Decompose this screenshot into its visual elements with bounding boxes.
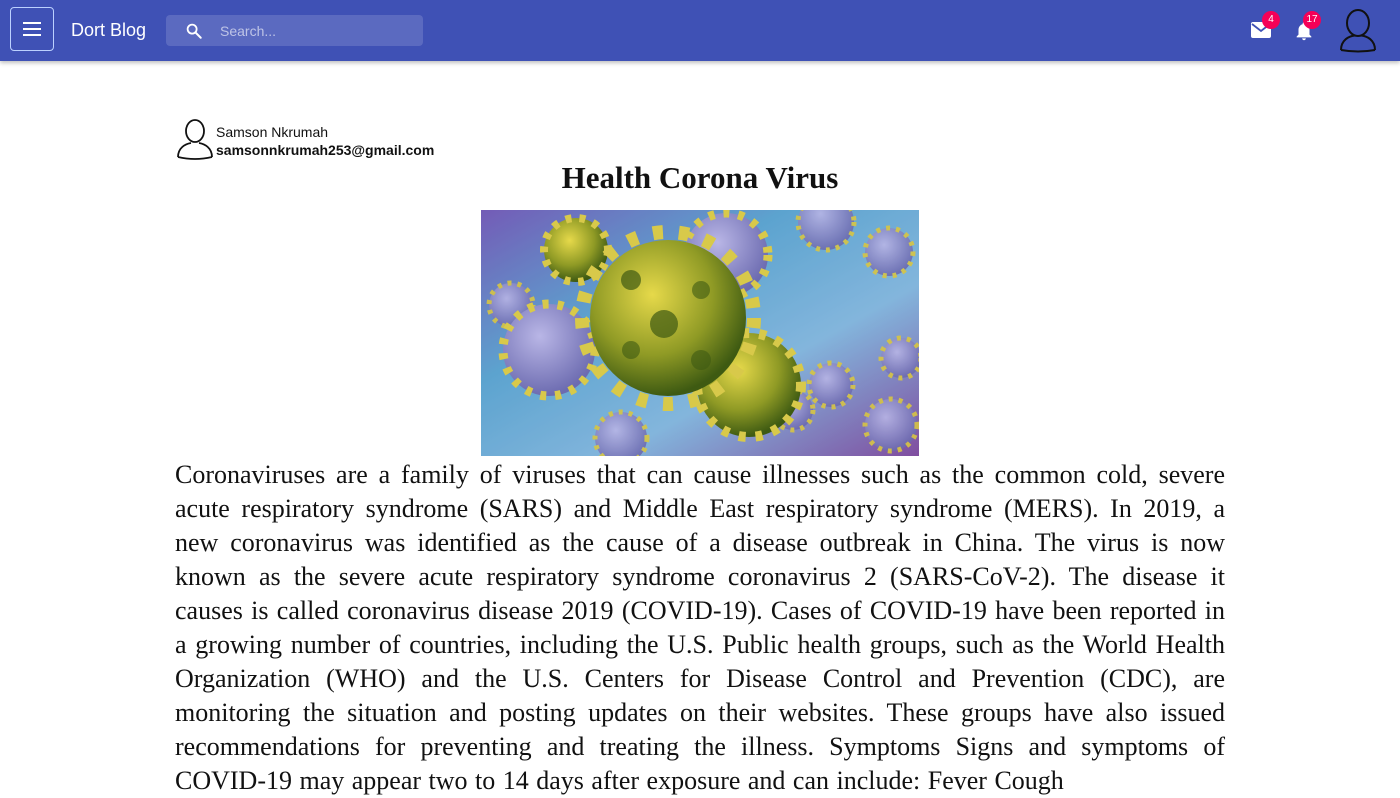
account-icon [1340,9,1376,53]
notifications-button[interactable]: 17 [1293,11,1321,42]
post-image [481,210,919,456]
post-body: Coronaviruses are a family of viruses th… [175,460,1225,795]
user-icon [177,119,213,160]
app-bar: Dort Blog 4 17 [0,0,1400,61]
search-icon [186,23,202,39]
mail-badge: 4 [1262,11,1280,29]
menu-button[interactable] [10,7,54,51]
account-button[interactable] [1338,7,1378,53]
search-box[interactable] [166,15,423,46]
search-input[interactable] [220,15,415,46]
post-title: Health Corona Virus [561,160,839,195]
notifications-badge: 17 [1303,11,1321,29]
menu-icon [23,22,41,36]
mail-button[interactable]: 4 [1249,11,1280,42]
author-name: Samson Nkrumah [216,124,329,140]
app-title[interactable]: Dort Blog [71,19,146,41]
author-email[interactable]: samsonnkrumah253@gmail.com [216,142,434,158]
